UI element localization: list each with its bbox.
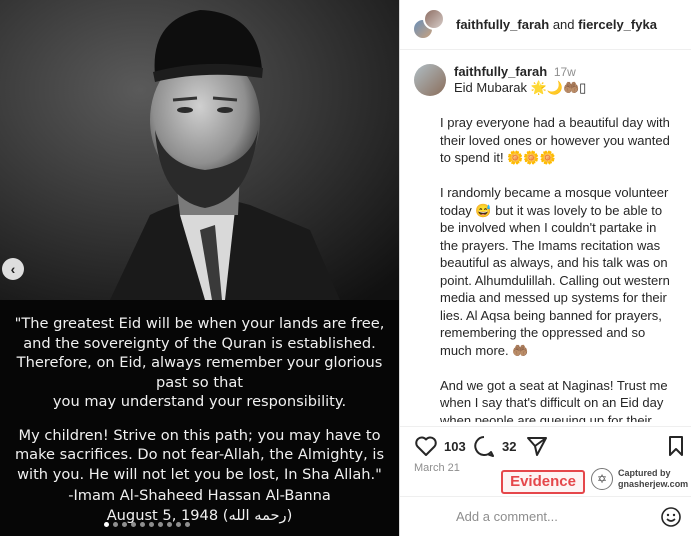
comment-input[interactable]	[456, 509, 646, 524]
post-header: faithfully_farah and fiercely_fyka	[400, 0, 691, 50]
quote-attribution: -Imam Al-Shaheed Hassan Al-Banna August …	[0, 486, 399, 525]
quote-panel: "The greatest Eid will be when your land…	[0, 300, 399, 536]
portrait-photo	[0, 0, 399, 300]
action-bar: 103 32	[400, 426, 691, 462]
captured-text: Captured by gnasherjew.com	[618, 468, 688, 490]
bookmark-button[interactable]	[668, 435, 690, 457]
quote-line: with you. He will not let you be lost, I…	[17, 465, 382, 483]
attribution-date: August 5, 1948 (رحمه الله)	[106, 506, 293, 524]
collab-avatars[interactable]	[412, 7, 446, 42]
quote-paragraph-1: "The greatest Eid will be when your land…	[10, 314, 389, 412]
username-link[interactable]: faithfully_farah	[456, 17, 549, 32]
carousel-dot	[140, 522, 145, 527]
captured-label: Captured by	[618, 468, 671, 478]
share-button[interactable]	[526, 435, 554, 457]
carousel-dot	[158, 522, 163, 527]
like-button[interactable]: 103	[414, 435, 466, 457]
evidence-stamp: Evidence	[501, 470, 585, 494]
bookmark-icon	[669, 436, 683, 456]
attribution-name: -Imam Al-Shaheed Hassan Al-Banna	[68, 487, 331, 504]
heart-icon	[415, 436, 437, 456]
carousel-dots	[104, 522, 190, 527]
post-date[interactable]: March 21	[414, 462, 460, 474]
quote-text: "The greatest Eid will be when your land…	[10, 314, 389, 498]
carousel-dot	[122, 522, 127, 527]
carousel-dot	[167, 522, 172, 527]
emoji-icon[interactable]	[660, 506, 682, 528]
comment-bar	[400, 496, 691, 536]
quote-line: you may understand your responsibility.	[52, 393, 347, 410]
quote-line: Therefore, on Eid, always remember your …	[16, 354, 383, 371]
caption-text: I pray everyone had a beautiful day with…	[440, 115, 670, 422]
quote-line: past so that	[156, 373, 243, 391]
chevron-left-icon: ‹	[10, 261, 16, 277]
quote-line: and the sovereignty of the Quran is esta…	[23, 334, 376, 352]
carousel-dot	[104, 522, 109, 527]
like-count: 103	[444, 438, 466, 454]
caption-eid-line: Eid Mubarak 🌟🌙🤲🏽▯	[454, 80, 587, 95]
comment-count: 32	[502, 438, 517, 454]
comment-icon	[474, 436, 494, 457]
caption-header: faithfully_farah 17w Eid Mubarak 🌟🌙🤲🏽▯	[400, 56, 691, 96]
carousel-dot	[176, 522, 181, 527]
username-link[interactable]: fiercely_fyka	[578, 17, 657, 32]
caption-user-line: faithfully_farah 17w	[454, 64, 680, 79]
caption-area[interactable]: faithfully_farah 17w Eid Mubarak 🌟🌙🤲🏽▯ I…	[400, 56, 691, 422]
captured-site: gnasherjew.com	[618, 479, 689, 489]
star-logo-icon: ✡	[591, 468, 613, 490]
quote-line: My children! Strive on this path; you ma…	[18, 426, 381, 444]
post-media: ‹ "The greatest Eid will be when your la…	[0, 0, 399, 536]
quote-paragraph-2: My children! Strive on this path; you ma…	[10, 426, 389, 485]
conjunction: and	[552, 17, 575, 32]
username-link[interactable]: faithfully_farah	[454, 64, 547, 79]
avatar[interactable]	[414, 64, 446, 96]
captured-by-watermark: ✡ Captured by gnasherjew.com	[591, 468, 688, 490]
post-side-panel: faithfully_farah and fiercely_fyka faith…	[399, 0, 691, 536]
carousel-dot	[149, 522, 154, 527]
carousel-dot	[131, 522, 136, 527]
quote-line: make sacrifices. Do not fear-Allah, the …	[14, 446, 385, 463]
carousel-dot	[185, 522, 190, 527]
avatar[interactable]	[423, 7, 445, 30]
comment-button[interactable]: 32	[472, 435, 516, 457]
carousel-dot	[113, 522, 118, 527]
post-time[interactable]: 17w	[554, 65, 576, 79]
quote-line: "The greatest Eid will be when your land…	[14, 315, 385, 332]
caption-meta: faithfully_farah 17w Eid Mubarak 🌟🌙🤲🏽▯	[454, 64, 680, 96]
carousel-prev-button[interactable]: ‹	[2, 258, 24, 280]
share-icon	[527, 437, 547, 456]
collab-usernames: faithfully_farah and fiercely_fyka	[456, 17, 657, 32]
